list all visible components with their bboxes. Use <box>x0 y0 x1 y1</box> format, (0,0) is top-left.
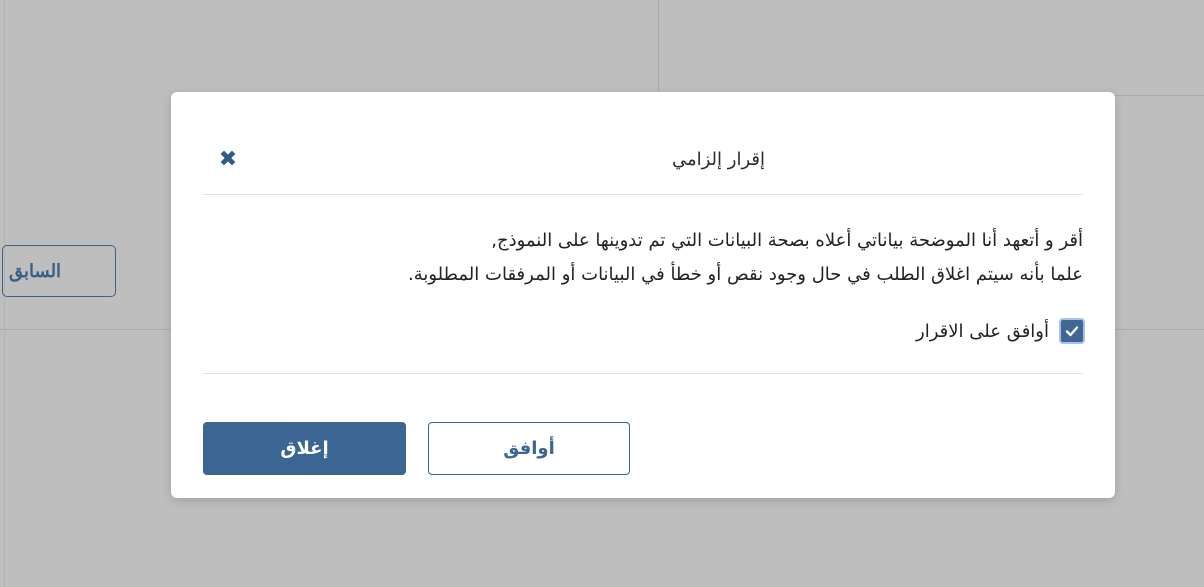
agree-checkbox-row[interactable]: أوافق على الاقرار <box>916 317 1085 345</box>
declaration-modal: إقرار إلزامي ✖ أقر و أتعهد أنا الموضحة ب… <box>171 92 1115 498</box>
close-icon[interactable]: ✖ <box>217 149 239 171</box>
agree-checkbox-label: أوافق على الاقرار <box>916 320 1049 342</box>
declaration-text-line: أقر و أتعهد أنا الموضحة بياناتي أعلاه بص… <box>491 230 1083 251</box>
previous-button[interactable]: السابق <box>2 245 116 297</box>
background-divider <box>1114 95 1204 96</box>
check-icon <box>1065 326 1079 337</box>
declaration-text-line: علما بأنه سيتم اغلاق الطلب في حال وجود ن… <box>408 264 1083 285</box>
declaration-text: أقر و أتعهد أنا الموضحة بياناتي أعلاه بص… <box>183 224 1083 292</box>
close-button[interactable]: إغلاق <box>203 422 406 475</box>
header-divider <box>203 194 1083 195</box>
agree-checkbox[interactable] <box>1059 318 1085 344</box>
agree-button[interactable]: أوافق <box>428 422 630 475</box>
footer-divider <box>203 373 1083 374</box>
modal-title: إقرار إلزامي <box>671 149 765 170</box>
background-divider <box>658 0 659 95</box>
